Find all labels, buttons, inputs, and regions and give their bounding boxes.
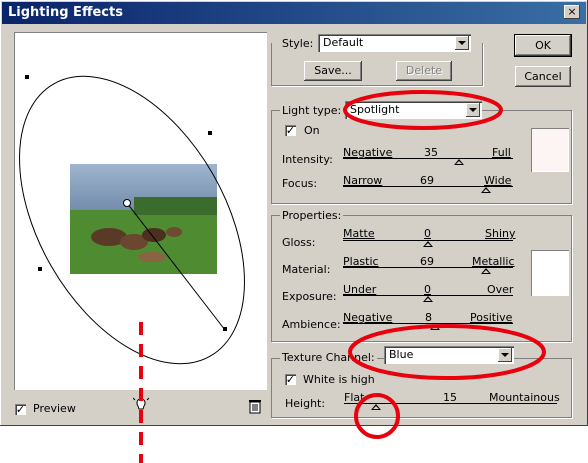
- save-button[interactable]: Save...: [304, 61, 362, 81]
- gloss-max-label: Shiny: [485, 227, 516, 240]
- material-slider-thumb[interactable]: [480, 268, 491, 274]
- light-handle-left[interactable]: [38, 267, 42, 271]
- height-label: Height:: [285, 397, 326, 410]
- ambience-label: Ambience:: [282, 318, 341, 331]
- style-select-value: Default: [323, 36, 364, 49]
- exposure-label: Exposure:: [282, 290, 337, 303]
- light-type-label: Light type:: [280, 104, 344, 117]
- ambience-slider-track[interactable]: [343, 323, 513, 324]
- chevron-down-icon[interactable]: [498, 348, 512, 362]
- light-ellipse-canvas[interactable]: [14, 32, 267, 390]
- dialog-title: Lighting Effects: [8, 5, 123, 20]
- style-label: Style:: [282, 37, 314, 50]
- focus-label: Focus:: [282, 177, 318, 190]
- light-handle-top[interactable]: [25, 75, 29, 79]
- cancel-button[interactable]: Cancel: [515, 66, 571, 87]
- texture-channel-select[interactable]: Blue: [384, 346, 514, 364]
- gloss-min-label: Matte: [343, 227, 375, 240]
- white-is-high-checkbox[interactable]: ✓: [285, 374, 296, 385]
- preview-photo: [70, 164, 217, 274]
- preview-checkbox[interactable]: ✓: [15, 404, 26, 415]
- texture-channel-value: Blue: [389, 348, 414, 361]
- chevron-down-icon[interactable]: [455, 36, 469, 50]
- intensity-slider-thumb[interactable]: [453, 159, 464, 165]
- lighting-effects-dialog: Lighting Effects × ✓ Preview Style: Defa…: [0, 0, 588, 426]
- preview-pane[interactable]: [14, 32, 267, 390]
- preview-label: Preview: [33, 402, 76, 415]
- texture-channel-label: Texture Channel:: [280, 351, 377, 364]
- light-handle-bottom[interactable]: [223, 327, 227, 331]
- focus-slider-thumb[interactable]: [480, 187, 491, 193]
- light-bulb-icon[interactable]: [132, 397, 150, 418]
- ok-button[interactable]: OK: [514, 34, 572, 57]
- light-color-swatch[interactable]: [531, 128, 569, 172]
- intensity-slider-track[interactable]: [343, 158, 513, 159]
- trash-icon[interactable]: [248, 398, 262, 417]
- light-center-handle[interactable]: [123, 199, 131, 207]
- light-handle-right[interactable]: [208, 131, 212, 135]
- light-on-checkbox[interactable]: ✓: [285, 125, 296, 136]
- gloss-value: 0: [424, 227, 431, 240]
- style-select[interactable]: Default: [318, 34, 471, 52]
- gloss-label: Gloss:: [282, 236, 316, 249]
- material-label: Material:: [282, 263, 331, 276]
- delete-button: Delete: [396, 61, 452, 81]
- gloss-slider-thumb[interactable]: [423, 241, 433, 247]
- ambience-slider-thumb[interactable]: [429, 324, 440, 330]
- height-slider-thumb[interactable]: [370, 404, 381, 410]
- ambient-color-swatch[interactable]: [531, 250, 569, 296]
- properties-label: Properties:: [280, 209, 344, 222]
- light-on-label: On: [304, 124, 320, 137]
- white-is-high-label: White is high: [303, 373, 375, 386]
- title-bar: Lighting Effects ×: [2, 2, 586, 24]
- light-type-value: Spotlight: [350, 103, 400, 116]
- intensity-label: Intensity:: [282, 153, 333, 166]
- close-icon[interactable]: ×: [564, 5, 580, 19]
- light-type-select[interactable]: Spotlight: [345, 101, 482, 119]
- chevron-down-icon[interactable]: [466, 103, 480, 117]
- exposure-slider-thumb[interactable]: [423, 296, 433, 302]
